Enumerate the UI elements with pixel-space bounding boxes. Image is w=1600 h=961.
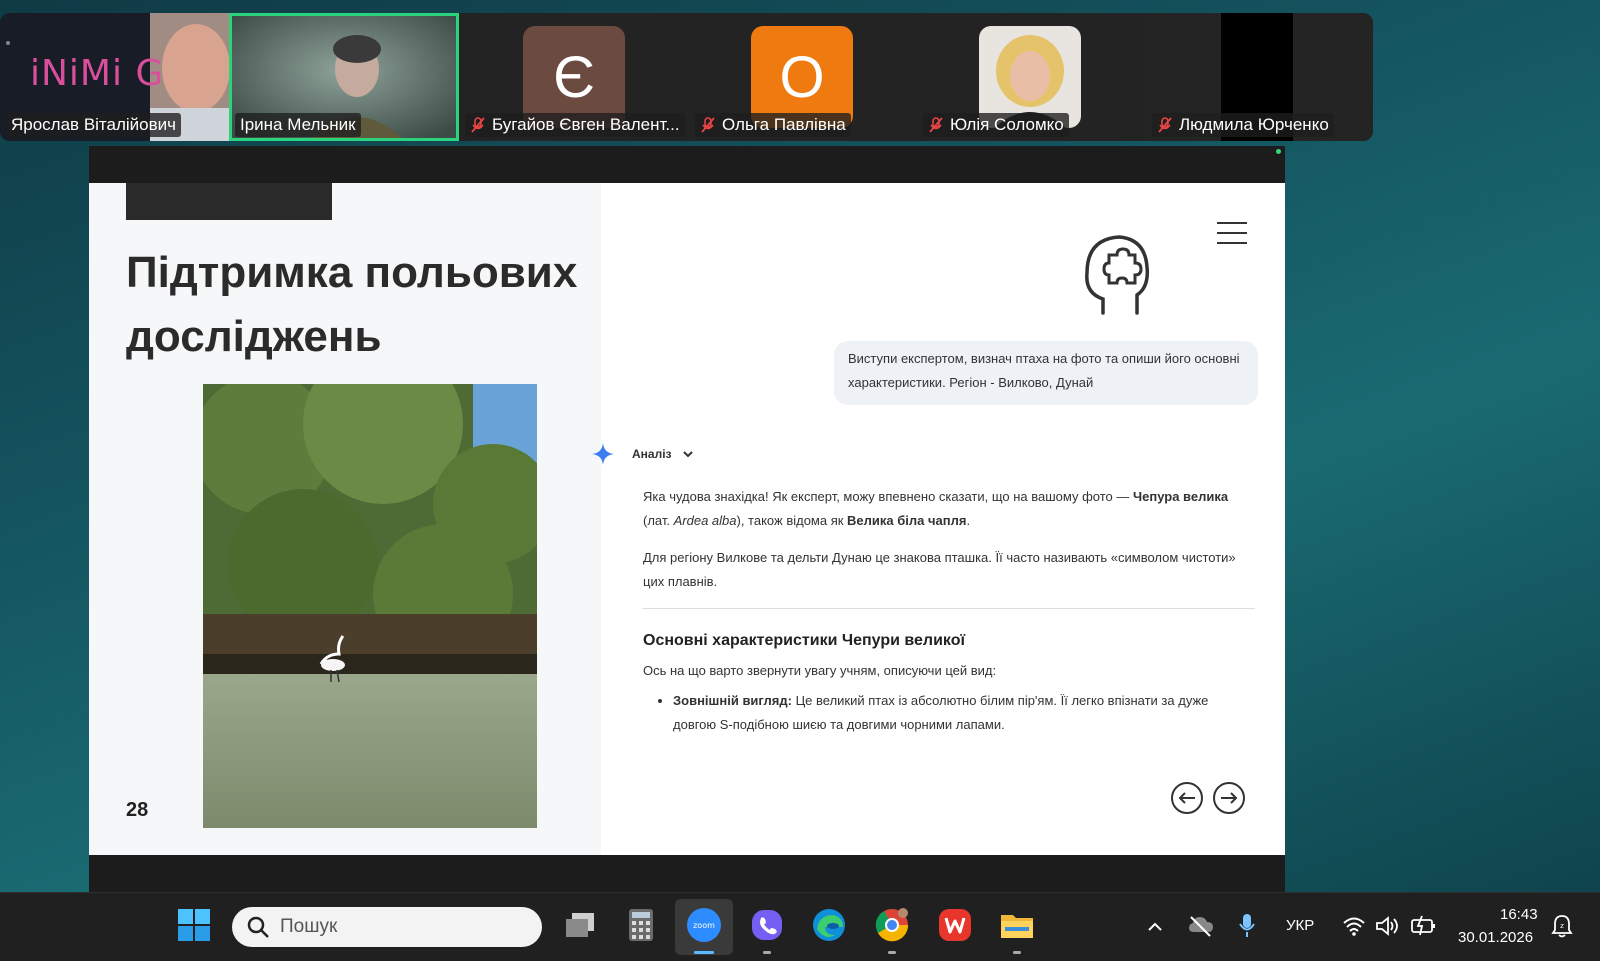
chevron-down-icon <box>682 451 693 458</box>
windows-start-icon[interactable] <box>176 907 212 943</box>
viber-app-icon[interactable] <box>749 907 785 943</box>
next-slide-button[interactable] <box>1213 782 1245 814</box>
viber-running-indicator <box>763 951 771 954</box>
analysis-label: Аналіз <box>632 447 672 461</box>
participant-tile-1[interactable]: iNiMi Gemini Ярослав Віталійович <box>0 13 229 141</box>
file-explorer-icon[interactable] <box>999 907 1035 943</box>
chrome-running-indicator <box>888 951 896 954</box>
arrow-left-icon <box>1178 792 1195 804</box>
brain-puzzle-icon <box>1085 235 1150 315</box>
slide-header-bar <box>126 183 332 220</box>
participant-tile-2[interactable]: Ірина Мельник <box>229 13 459 141</box>
explorer-running-indicator <box>1013 951 1021 954</box>
mic-muted-icon <box>1158 117 1172 133</box>
response-heading: Основні характеристики Чепури великої <box>643 632 965 649</box>
presentation-slide: Підтримка польових досліджень 28 Виступи… <box>89 183 1285 855</box>
task-view-icon[interactable] <box>562 907 598 943</box>
wifi-icon[interactable] <box>1342 916 1366 936</box>
participant-tile-4[interactable]: О Ольга Павлівна <box>689 13 917 141</box>
wps-office-icon[interactable] <box>937 907 973 943</box>
response-divider <box>643 608 1255 609</box>
ai-response: Яка чудова знахідка! Як експерт, можу вп… <box>643 485 1255 737</box>
analysis-toggle[interactable]: Аналіз <box>592 443 694 465</box>
mic-muted-icon <box>471 117 485 133</box>
cloud-off-icon[interactable] <box>1188 915 1214 937</box>
arrow-right-icon <box>1221 792 1238 804</box>
taskbar: Пошук zoom УКР 16:43 30.01.2026 z <box>0 892 1600 961</box>
shared-screen: Підтримка польових досліджень 28 Виступи… <box>89 146 1285 892</box>
notifications-icon[interactable]: z <box>1551 914 1573 938</box>
volume-icon[interactable] <box>1375 915 1401 937</box>
clock-time[interactable]: 16:43 <box>1500 906 1538 923</box>
taskbar-search[interactable]: Пошук <box>232 907 542 947</box>
response-list: Зовнішній вигляд: Це великий птах із абс… <box>643 689 1255 737</box>
edge-browser-icon[interactable] <box>811 907 847 943</box>
virtual-background-logo: iNiMi Gemini <box>30 53 160 94</box>
zoom-app-icon[interactable]: zoom <box>686 907 722 943</box>
mic-muted-icon <box>929 117 943 133</box>
svg-text:z: z <box>1560 922 1564 930</box>
gemini-sparkle-icon <box>592 443 614 465</box>
chevron-up-icon[interactable] <box>1145 917 1165 937</box>
share-indicator-dot <box>1276 149 1281 154</box>
prev-slide-button[interactable] <box>1171 782 1203 814</box>
mic-muted-icon <box>701 117 715 133</box>
slide-title: Підтримка польових досліджень <box>126 248 578 361</box>
microphone-icon[interactable] <box>1238 913 1256 939</box>
search-icon <box>247 916 269 938</box>
participant-strip: iNiMi Gemini Ярослав Віталійович Ірина М… <box>0 13 1373 141</box>
slide-page-number: 28 <box>126 799 149 821</box>
calculator-icon[interactable] <box>623 907 659 943</box>
participant-name: Ольга Павлівна <box>695 113 851 137</box>
battery-charging-icon[interactable] <box>1410 915 1436 937</box>
participant-name: Ірина Мельник <box>235 113 361 137</box>
participant-tile-5[interactable]: Юлія Соломко <box>917 13 1146 141</box>
search-placeholder: Пошук <box>280 916 338 937</box>
response-paragraph-2: Для регіону Вилкове та дельти Дунаю це з… <box>643 550 1236 589</box>
svg-text:zoom: zoom <box>693 921 715 930</box>
zoom-running-indicator <box>694 951 714 954</box>
participant-name: Людмила Юрченко <box>1152 113 1334 137</box>
participant-name: Юлія Соломко <box>923 113 1069 137</box>
response-paragraph-1: Яка чудова знахідка! Як експерт, можу вп… <box>643 489 1229 528</box>
participant-tile-6[interactable]: Людмила Юрченко <box>1146 13 1373 141</box>
heron-photo <box>203 384 537 828</box>
language-indicator[interactable]: УКР <box>1286 917 1314 934</box>
clock-date[interactable]: 30.01.2026 <box>1458 929 1533 946</box>
list-item: Зовнішній вигляд: Це великий птах із абс… <box>673 689 1255 737</box>
response-intro: Ось на що варто звернути увагу учням, оп… <box>643 663 997 678</box>
participant-tile-3[interactable]: Є Бугайов Євген Валент... <box>459 13 689 141</box>
chrome-browser-icon[interactable] <box>874 907 910 943</box>
user-prompt-bubble: Виступи експертом, визнач птаха на фото … <box>834 341 1258 405</box>
participant-name: Ярослав Віталійович <box>6 113 182 137</box>
menu-icon[interactable] <box>1217 221 1247 245</box>
participant-name: Бугайов Євген Валент... <box>465 113 685 137</box>
